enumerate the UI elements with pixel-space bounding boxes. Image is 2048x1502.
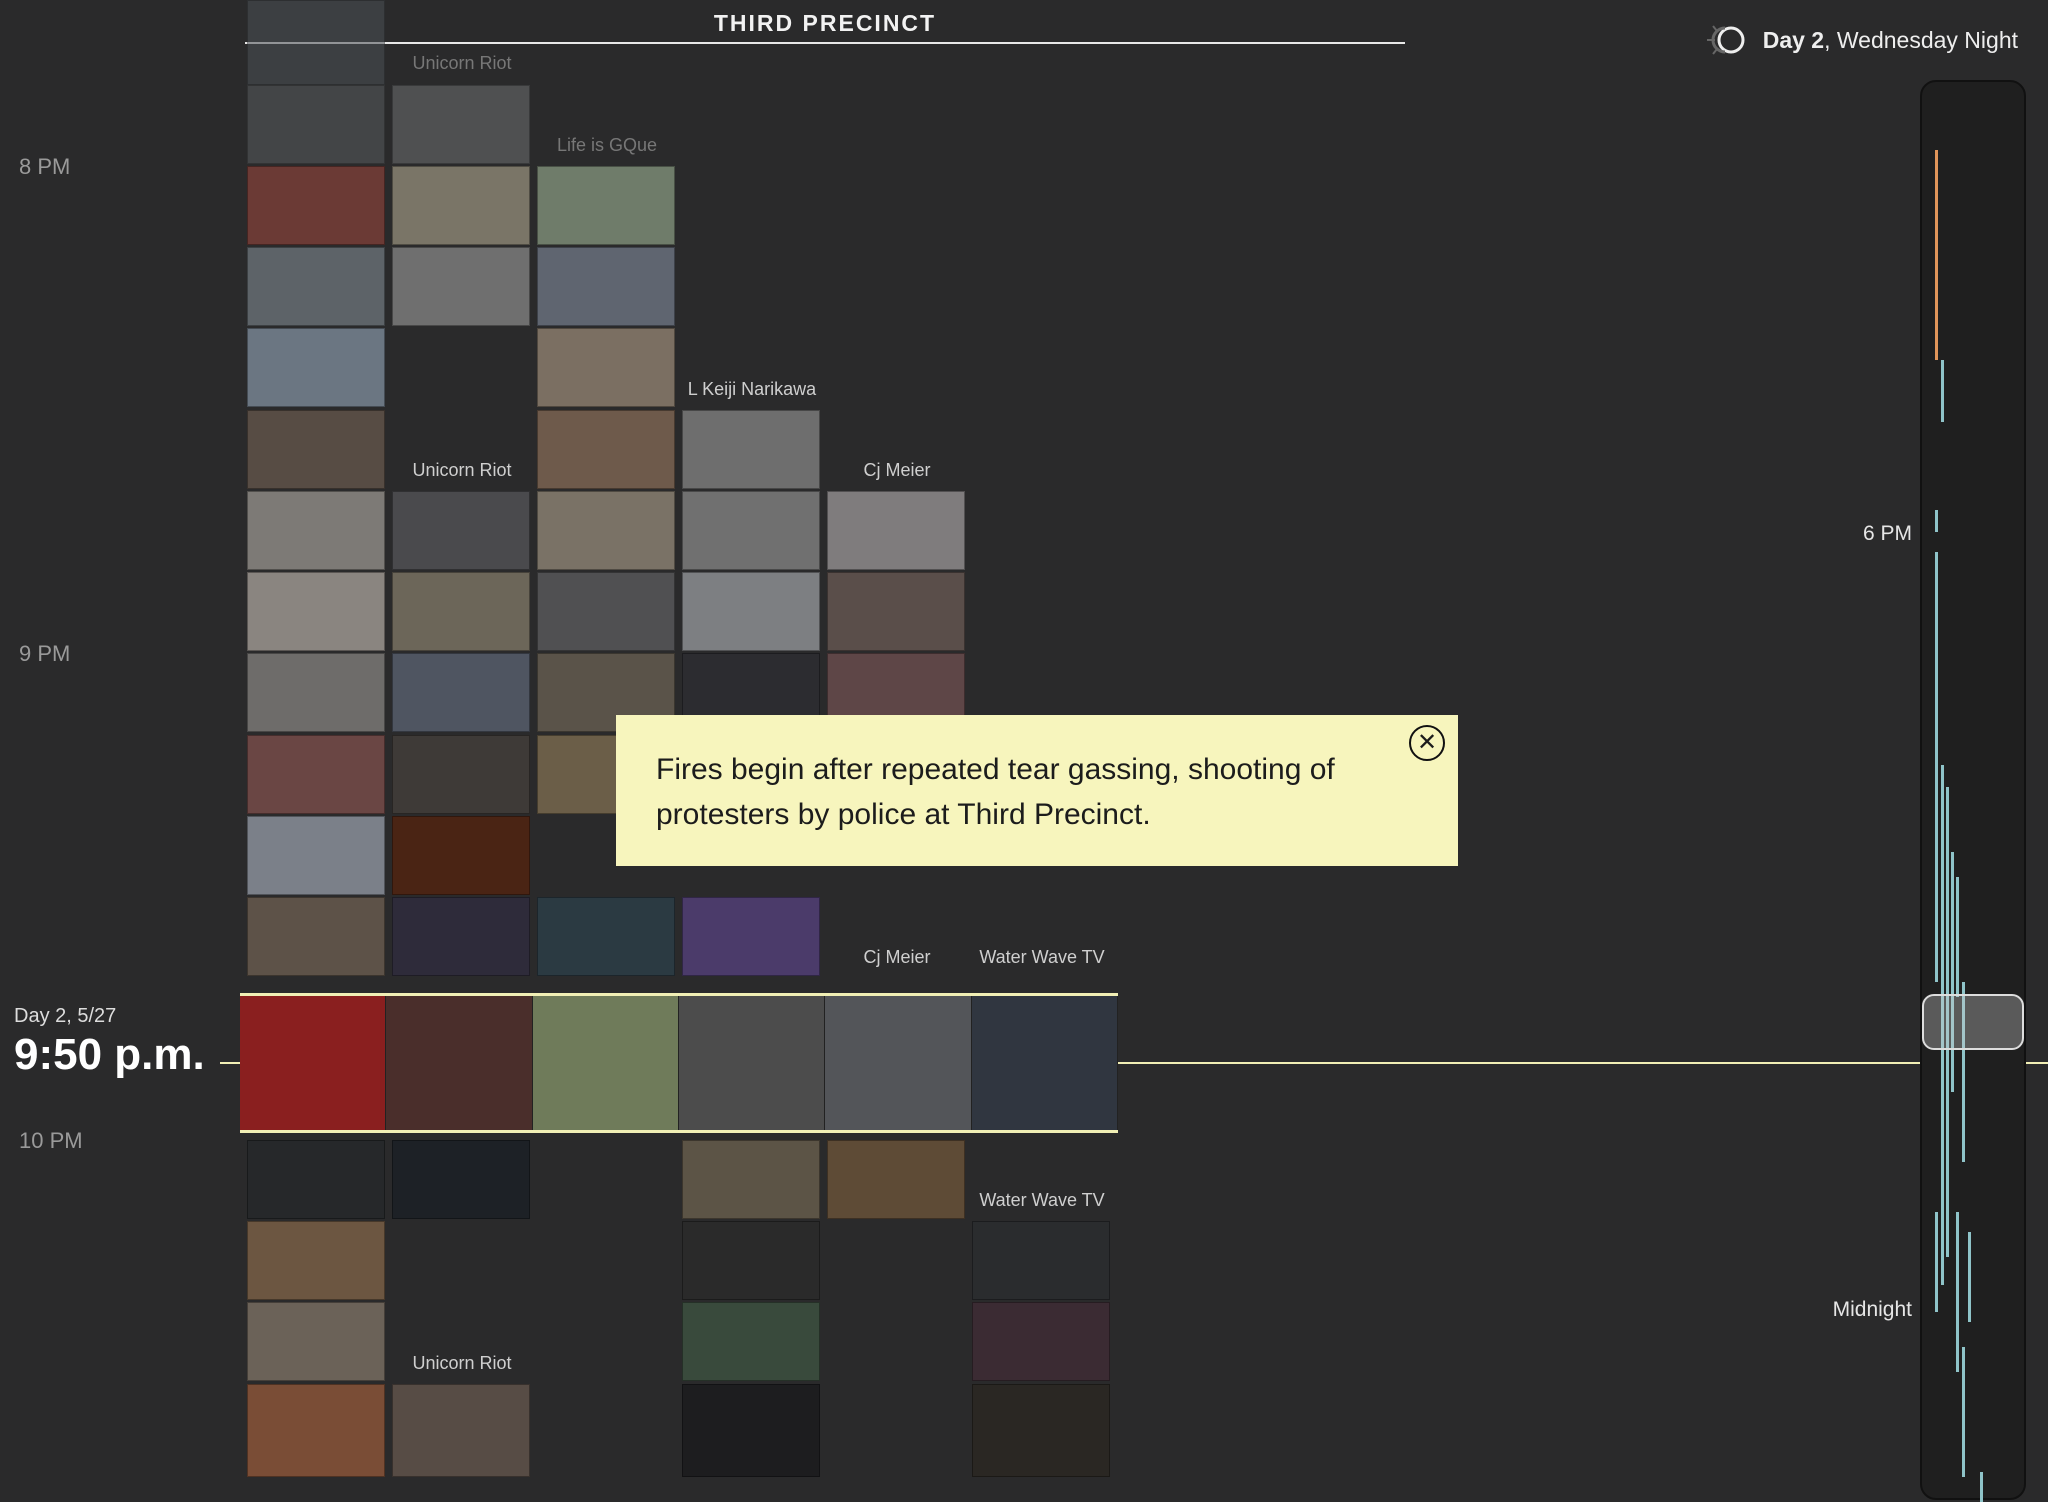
video-thumbnail[interactable] [392,85,530,164]
source-label: Water Wave TV [979,947,1105,967]
video-thumbnail[interactable] [247,247,385,326]
video-frame[interactable] [971,996,1118,1130]
video-thumbnail[interactable] [247,1302,385,1381]
scrubber-label-6pm: 6 PM [1862,522,1912,545]
video-thumbnail[interactable] [827,572,965,651]
day-period: , Wednesday Night [1824,26,2018,53]
now-line-extension [1118,1062,2048,1064]
video-thumbnail[interactable] [972,1302,1110,1381]
video-thumbnail[interactable] [682,410,820,489]
day-indicator: Day 2 , Wednesday Night [1701,20,2018,60]
video-thumbnail[interactable] [392,816,530,895]
video-thumbnail[interactable] [392,653,530,732]
callout-text: Fires begin after repeated tear gassing,… [656,753,1335,831]
video-thumbnail[interactable] [537,166,675,245]
source-label: Cj Meier [863,460,931,480]
video-thumbnail[interactable] [682,491,820,570]
video-thumbnail[interactable] [682,1384,820,1477]
close-icon[interactable]: ✕ [1409,725,1445,761]
current-time: 9:50 p.m. [14,1030,205,1079]
video-thumbnail[interactable] [247,491,385,570]
video-thumbnail[interactable] [392,1140,530,1219]
video-thumbnail[interactable] [247,0,385,85]
video-thumbnail[interactable] [392,491,530,570]
source-label: Cj Meier [863,947,931,967]
video-thumbnail[interactable] [682,897,820,976]
video-thumbnail[interactable] [247,653,385,732]
current-date: Day 2, 5/27 [14,1005,117,1027]
video-thumbnail[interactable] [247,816,385,895]
video-thumbnail[interactable] [247,85,385,164]
scrubber-handle[interactable] [1922,994,2024,1050]
video-thumbnail[interactable] [247,410,385,489]
video-thumbnail[interactable] [827,1140,965,1219]
source-label: L Keiji Narikawa [687,379,817,399]
video-thumbnail[interactable] [537,247,675,326]
moon-icon [1701,20,1751,60]
video-thumbnail[interactable] [247,1384,385,1477]
video-thumbnail[interactable] [247,1140,385,1219]
video-thumbnail[interactable] [392,897,530,976]
now-line [220,1062,240,1064]
time-9pm: 9 PM [19,641,71,666]
video-thumbnail[interactable] [972,1221,1110,1300]
video-thumbnail[interactable] [392,572,530,651]
video-thumbnail[interactable] [682,572,820,651]
video-thumbnail[interactable] [827,491,965,570]
source-label: Unicorn Riot [412,1353,512,1373]
video-thumbnail[interactable] [247,735,385,814]
video-frame[interactable] [825,996,972,1130]
video-thumbnail[interactable] [682,1140,820,1219]
video-thumbnail[interactable] [537,328,675,407]
section-header: THIRD PRECINCT [245,0,1405,44]
video-frame[interactable] [240,996,387,1130]
video-thumbnail[interactable] [537,572,675,651]
video-thumbnail[interactable] [247,328,385,407]
current-time-strip [240,993,1118,1133]
video-thumbnail[interactable] [392,735,530,814]
video-frame[interactable] [678,996,826,1130]
video-thumbnail[interactable] [392,247,530,326]
scrubber-label-midnight: Midnight [1832,1298,1912,1321]
video-thumbnail[interactable] [682,1302,820,1381]
video-frame[interactable] [386,996,533,1130]
video-thumbnail[interactable] [537,897,675,976]
video-thumbnail[interactable] [392,1384,530,1477]
video-thumbnail[interactable] [247,897,385,976]
video-thumbnail[interactable] [247,1221,385,1300]
video-thumbnail[interactable] [682,1221,820,1300]
video-thumbnail[interactable] [247,572,385,651]
section-title: THIRD PRECINCT [713,10,937,36]
video-thumbnail[interactable] [537,491,675,570]
source-label: Unicorn Riot [412,53,512,73]
timeline-scrubber[interactable] [1920,80,2026,1502]
video-thumbnail[interactable] [972,1384,1110,1477]
source-label: Life is GQue [556,135,658,155]
time-8pm: 8 PM [19,154,71,179]
source-label: Unicorn Riot [412,460,512,480]
source-label: Water Wave TV [979,1190,1105,1210]
time-10pm: 10 PM [19,1128,83,1153]
video-frame[interactable] [532,996,679,1130]
day-number: Day 2 [1762,26,1825,53]
video-thumbnail[interactable] [247,166,385,245]
event-callout: Fires begin after repeated tear gassing,… [616,715,1458,866]
activity-histogram [1935,150,1983,1502]
video-thumbnail[interactable] [537,410,675,489]
video-thumbnail[interactable] [392,166,530,245]
